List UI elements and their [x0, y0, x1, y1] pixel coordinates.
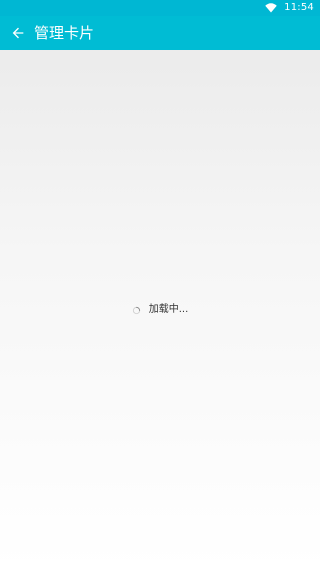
status-bar-right: 11:54 — [264, 1, 314, 15]
wifi-icon — [265, 3, 277, 13]
loading-spinner-icon — [132, 306, 140, 314]
loading-text: 加载中... — [148, 304, 189, 315]
page-title: 管理卡片 — [34, 24, 95, 42]
status-bar: 11:54 — [0, 0, 320, 16]
loading-indicator: 加载中... — [0, 302, 320, 318]
app-bar: 管理卡片 — [0, 16, 320, 50]
arrow-left-icon — [12, 27, 24, 39]
manage-cards-screen: 11:54 管理卡片 加载中... — [0, 0, 320, 569]
status-time: 11:54 — [284, 2, 314, 13]
back-button[interactable] — [6, 21, 30, 45]
